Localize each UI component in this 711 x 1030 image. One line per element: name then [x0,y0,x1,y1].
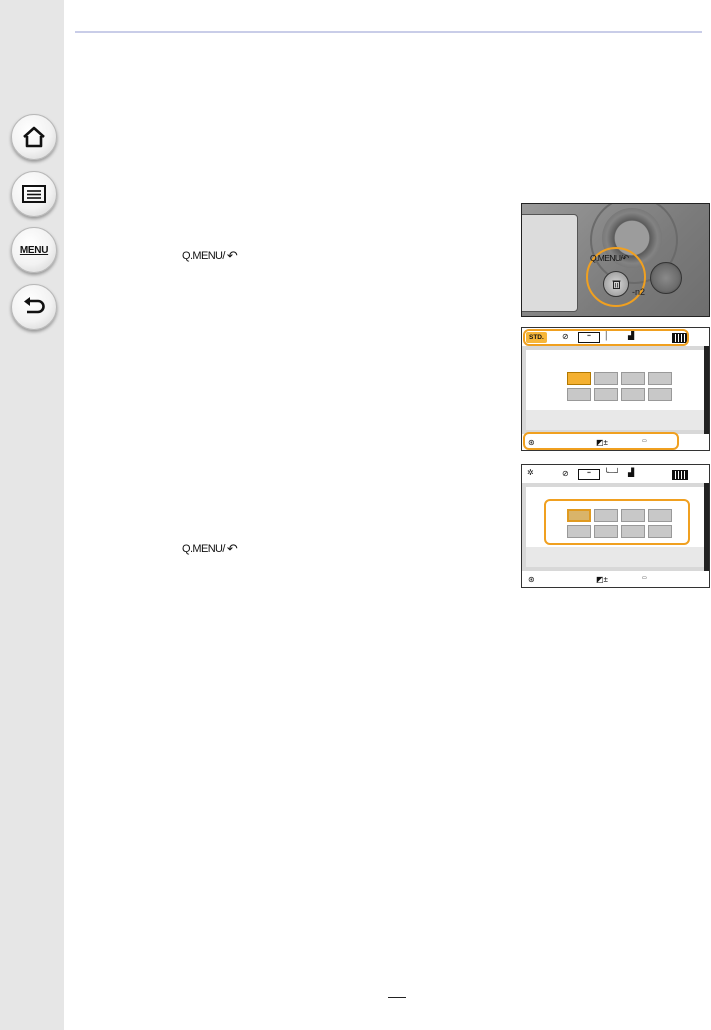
qmenu-label: Q.MENU/ [182,250,225,262]
info-bar-bottom [522,571,709,587]
menu-button[interactable]: MENU [11,227,57,273]
grid-cell [648,388,672,401]
exposure-comp-icon: ◩± [596,575,608,584]
stabilizer-icon: ⊛ [528,575,535,584]
highlight-center-grid [544,499,690,545]
list-icon [22,185,46,203]
photo-style-icon: ✲ [527,468,534,477]
lcd-screen-1: STD. ⊘ ▪▪ │ ▟ ⊛ ◩± ▭ [521,327,710,451]
flash-off-icon: ⊘ [562,469,569,478]
screen-edge [704,346,709,436]
qmenu-button-ref-2: Q.MENU/↶ [182,540,238,556]
panel-footer [526,410,706,430]
grid-cell [594,388,618,401]
aspect-icon: ╰─┘ [604,468,621,477]
camera-button-label: Q.MENU/↶ [590,253,629,263]
panel-footer [526,547,706,567]
grid-cell [594,372,618,385]
page-number-rule [388,997,406,998]
camera-back-photo: Q.MENU/↶ -n2 [521,203,710,317]
trash-icon [603,271,629,297]
model-fragment: -n2 [632,287,646,297]
qmenu-button-ref-1: Q.MENU/↶ [182,247,238,263]
home-button[interactable] [11,114,57,160]
grid-cell [567,388,591,401]
grid-cell [648,372,672,385]
back-arrow-icon [24,297,45,314]
highlight-top-row [523,329,689,346]
battery-icon [672,470,688,480]
menu-grid [567,372,672,401]
qmenu-label: Q.MENU/ [182,543,225,555]
grid-cell [621,372,645,385]
highlight-bottom-row [523,432,679,450]
camera-side-button [650,262,682,294]
back-button[interactable] [11,284,57,330]
sidebar: MENU [0,0,64,1030]
grid-cell-selected [567,372,591,385]
menu-label: MENU [19,244,49,256]
return-arrow-icon: ↶ [226,248,238,263]
home-icon [23,126,45,148]
iso-icon: ▭ [642,575,647,581]
screen-edge [704,483,709,573]
header-rule [75,31,702,33]
metering-icon: ▟ [628,468,635,477]
video-format-icon: ▪▪ [578,469,600,480]
camera-lcd [522,214,578,312]
contents-button[interactable] [11,171,57,217]
lcd-screen-2: ✲ ⊘ ▪▪ ╰─┘ ▟ ⊛ ◩± ▭ [521,464,710,588]
grid-cell [621,388,645,401]
return-arrow-icon: ↶ [226,541,238,556]
